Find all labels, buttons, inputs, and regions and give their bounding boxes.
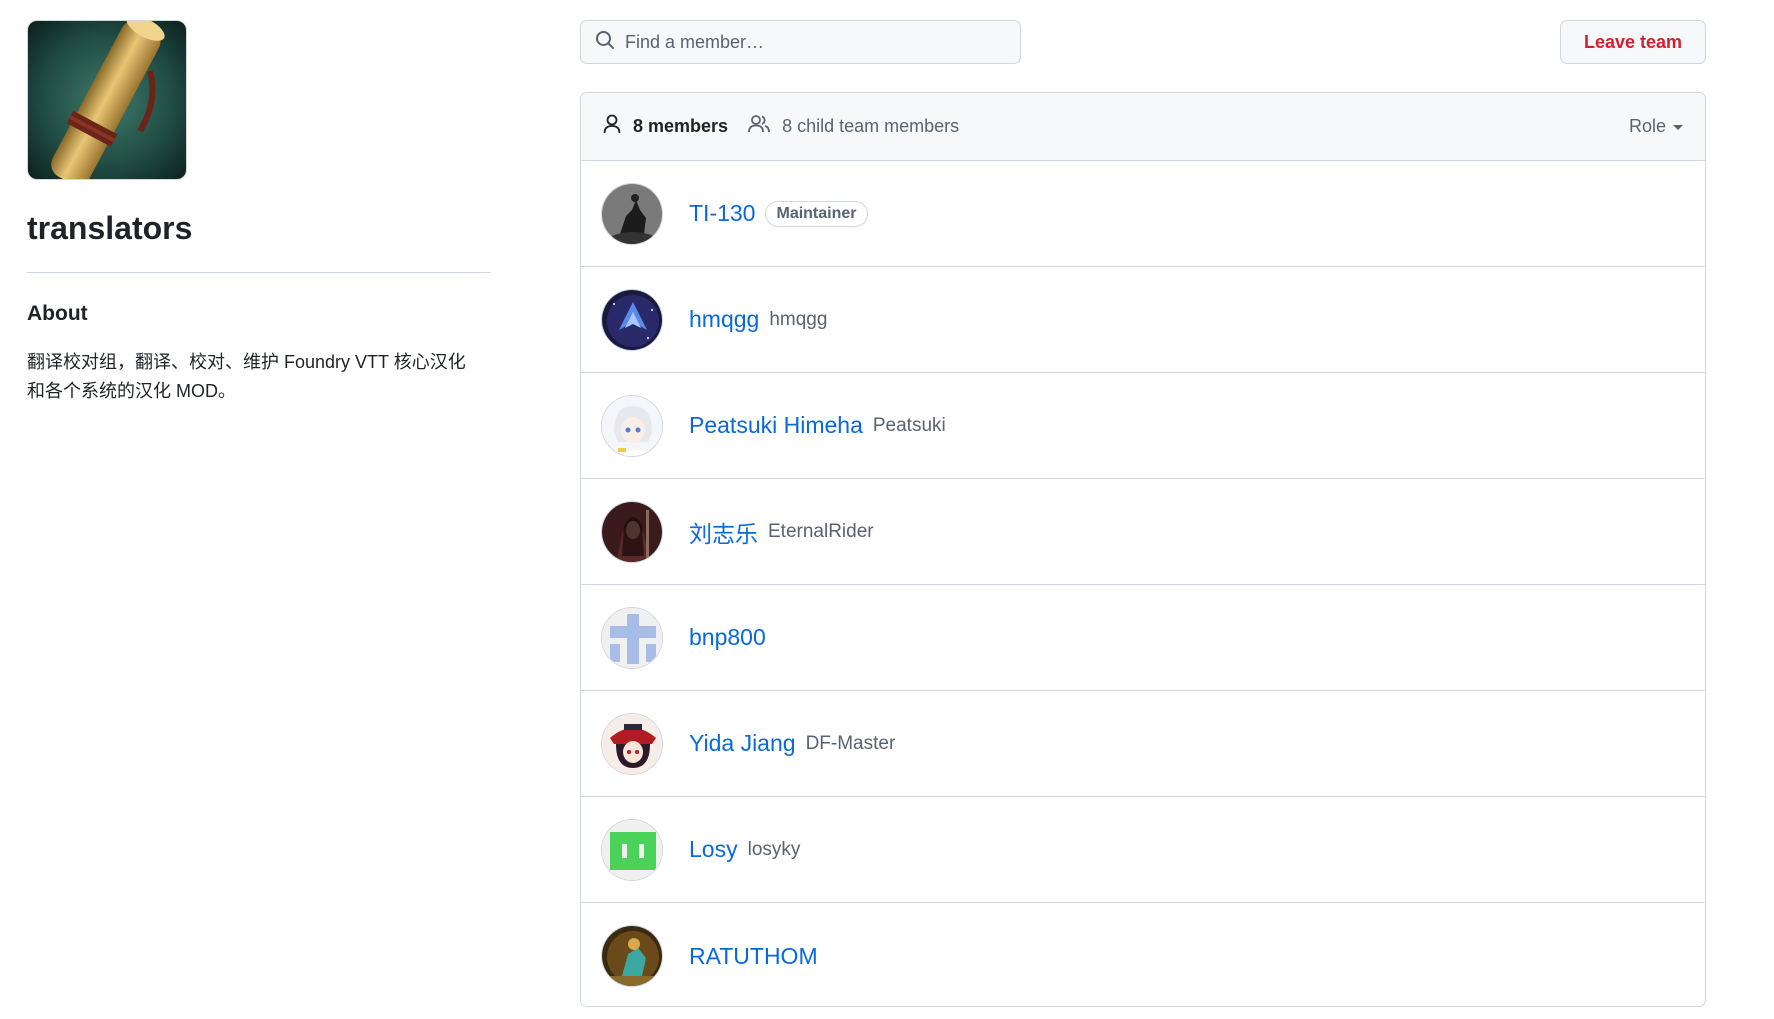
members-tab[interactable]: 8 members (603, 114, 728, 139)
role-label: Role (1628, 116, 1666, 136)
people-icon (748, 114, 782, 139)
table-row: Peatsuki Himeha Peatsuki (581, 373, 1705, 479)
about-text: 翻译校对组，翻译、校对、维护 Foundry VTT 核心汉化和各个系统的汉化 … (27, 352, 466, 401)
table-row: 刘志乐 EternalRider (581, 479, 1705, 585)
member-name-link[interactable]: hmqgg (689, 306, 759, 333)
member-name-link[interactable]: TI-130 (689, 200, 755, 227)
members-list-header: 8 members 8 child team members Role (581, 93, 1705, 161)
team-sidebar: translators About 翻译校对组，翻译、校对、维护 Foundry… (27, 20, 491, 406)
avatar[interactable] (601, 182, 663, 245)
avatar[interactable] (601, 288, 663, 351)
members-list: 8 members 8 child team members Role TI-1… (580, 92, 1706, 1007)
avatar[interactable] (601, 500, 663, 563)
team-avatar-scroll-image (27, 20, 187, 180)
table-row: Losy losyky (581, 797, 1705, 903)
leave-team-button[interactable]: Leave team (1560, 20, 1706, 64)
search-input[interactable] (625, 31, 1005, 53)
table-row: hmqgg hmqgg (581, 267, 1705, 373)
avatar[interactable] (601, 712, 663, 775)
table-row: TI-130 Maintainer (581, 161, 1705, 267)
members-count: 8 members (633, 116, 729, 136)
avatar[interactable] (601, 925, 663, 987)
caret-down-icon (1673, 125, 1683, 130)
member-name-link[interactable]: Losy (689, 836, 738, 863)
table-row: bnp800 (581, 585, 1705, 691)
member-name-link[interactable]: Yida Jiang (689, 730, 796, 757)
member-login: DF-Master (805, 732, 896, 754)
table-row: RATUTHOM (581, 903, 1705, 1006)
sidebar-divider (27, 272, 491, 273)
search-icon (595, 30, 615, 55)
child-team-members-tab[interactable]: 8 child team members (748, 114, 959, 139)
about-heading: About (27, 302, 88, 325)
avatar[interactable] (601, 606, 663, 669)
maintainer-badge: Maintainer (765, 200, 868, 227)
person-icon (603, 114, 633, 139)
child-members-count: 8 child team members (782, 116, 960, 136)
member-name-link[interactable]: Peatsuki Himeha (689, 412, 863, 439)
role-filter-dropdown[interactable]: Role (1629, 116, 1683, 137)
member-login: hmqgg (769, 308, 828, 330)
member-name-link[interactable]: bnp800 (689, 624, 766, 651)
table-row: Yida Jiang DF-Master (581, 691, 1705, 797)
member-login: Peatsuki (872, 414, 946, 436)
member-name-link[interactable]: RATUTHOM (689, 943, 818, 970)
member-login: EternalRider (768, 520, 874, 542)
avatar[interactable] (601, 394, 663, 457)
member-search[interactable] (580, 20, 1021, 64)
avatar[interactable] (601, 818, 663, 881)
team-name: translators (27, 210, 193, 246)
member-name-link[interactable]: 刘志乐 (689, 515, 758, 549)
member-login: losyky (747, 838, 801, 860)
